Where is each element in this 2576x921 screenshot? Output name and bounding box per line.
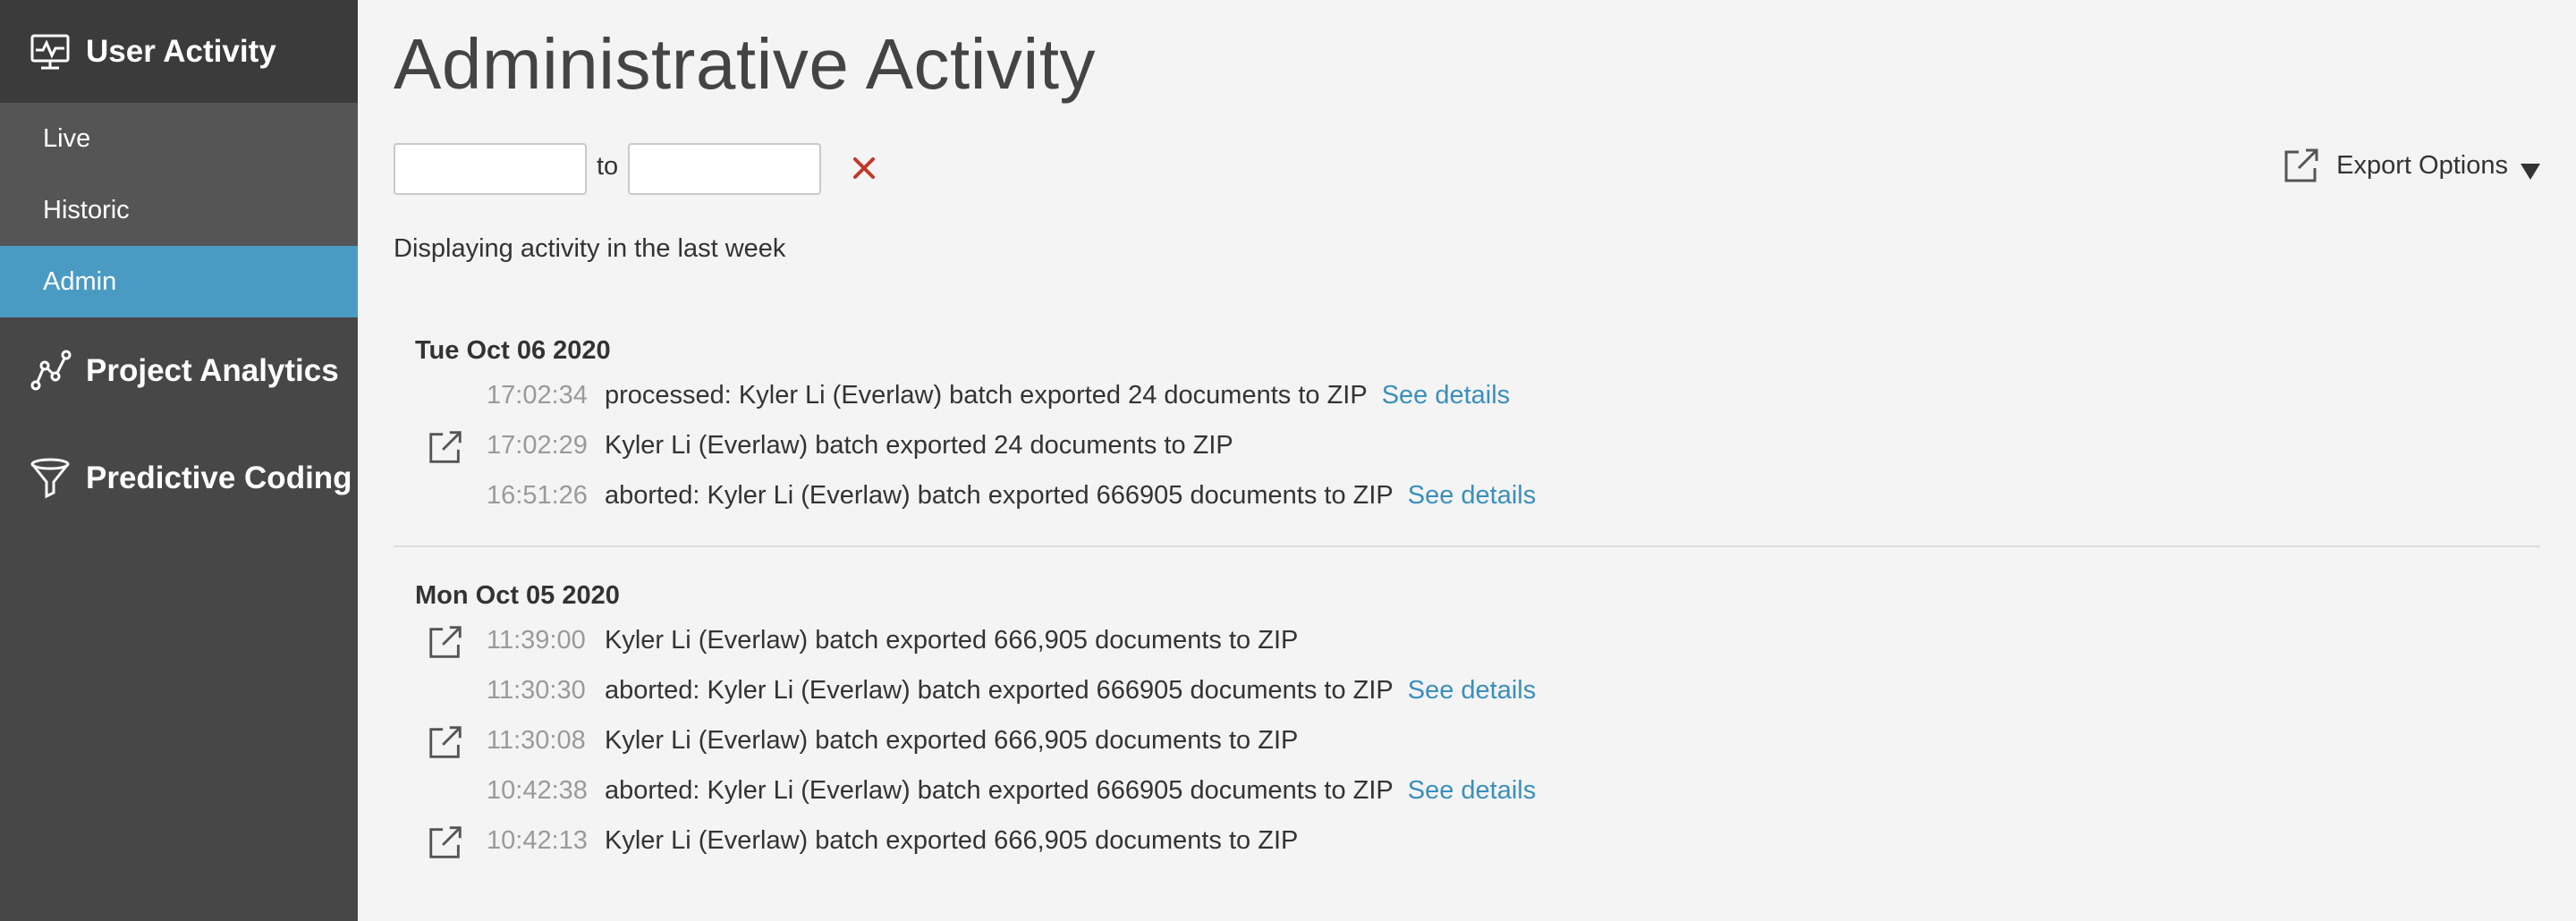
sidebar-section-label: Project Analytics: [86, 353, 339, 388]
activity-time: 11:30:30: [487, 676, 586, 705]
external-link-icon[interactable]: [426, 823, 465, 862]
see-details-link[interactable]: See details: [1382, 381, 1511, 410]
external-link-icon[interactable]: [426, 427, 465, 467]
activity-message: aborted: Kyler Li (Everlaw) batch export…: [605, 776, 1394, 805]
funnel-icon: [29, 457, 72, 500]
sidebar: User Activity Live Historic Admin Projec…: [0, 0, 358, 921]
page-title: Administrative Activity: [394, 24, 1097, 104]
activity-time: 11:30:08: [487, 726, 586, 755]
caret-down-icon: [2521, 157, 2540, 180]
activity-message: Kyler Li (Everlaw) batch exported 666,90…: [605, 826, 1299, 855]
sidebar-section-label: Predictive Coding: [86, 460, 352, 495]
external-link-icon: [2281, 145, 2322, 186]
sidebar-subnav: Live Historic Admin: [0, 103, 358, 317]
activity-message: Kyler Li (Everlaw) batch exported 666,90…: [605, 626, 1299, 655]
sidebar-section-user-activity[interactable]: User Activity: [0, 0, 358, 103]
see-details-link[interactable]: See details: [1408, 676, 1537, 705]
export-options-button[interactable]: Export Options: [2281, 143, 2540, 188]
day-divider: [394, 545, 2540, 547]
activity-message: aborted: Kyler Li (Everlaw) batch export…: [605, 676, 1394, 705]
activity-row: 11:30:30 aborted: Kyler Li (Everlaw) bat…: [394, 669, 2540, 719]
activity-message: processed: Kyler Li (Everlaw) batch expo…: [605, 381, 1368, 410]
export-options-label: Export Options: [2336, 150, 2508, 180]
sidebar-section-project-analytics[interactable]: Project Analytics: [0, 317, 358, 425]
activity-time: 10:42:38: [487, 776, 588, 805]
main-content: Administrative Activity to Export Option…: [394, 0, 2540, 921]
day-header: Tue Oct 06 2020: [415, 336, 611, 365]
activity-row: 16:51:26 aborted: Kyler Li (Everlaw) bat…: [394, 474, 2540, 524]
activity-row: 17:02:34 processed: Kyler Li (Everlaw) b…: [394, 374, 2540, 424]
day-header: Mon Oct 05 2020: [415, 581, 620, 610]
sidebar-item-admin[interactable]: Admin: [0, 246, 358, 317]
clear-dates-icon[interactable]: [846, 150, 882, 186]
activity-time: 17:02:29: [487, 431, 588, 460]
activity-monitor-icon: [29, 30, 72, 73]
see-details-link[interactable]: See details: [1408, 776, 1537, 805]
sidebar-section-label: User Activity: [86, 33, 276, 69]
activity-row: 11:39:00 Kyler Li (Everlaw) batch export…: [394, 619, 2540, 669]
activity-row: 17:02:29 Kyler Li (Everlaw) batch export…: [394, 424, 2540, 474]
activity-message: aborted: Kyler Li (Everlaw) batch export…: [605, 481, 1394, 510]
activity-time: 17:02:34: [487, 381, 588, 410]
external-link-icon[interactable]: [426, 722, 465, 762]
activity-range-summary: Displaying activity in the last week: [394, 234, 786, 263]
activity-time: 10:42:13: [487, 826, 588, 855]
analytics-graph-icon: [29, 350, 72, 393]
sidebar-item-historic[interactable]: Historic: [0, 174, 358, 246]
sidebar-item-live[interactable]: Live: [0, 103, 358, 174]
activity-row: 11:30:08 Kyler Li (Everlaw) batch export…: [394, 719, 2540, 769]
activity-time: 11:39:00: [487, 626, 586, 655]
see-details-link[interactable]: See details: [1408, 481, 1537, 510]
activity-message: Kyler Li (Everlaw) batch exported 24 doc…: [605, 431, 1233, 460]
date-to-input[interactable]: [628, 143, 821, 195]
activity-row: 10:42:13 Kyler Li (Everlaw) batch export…: [394, 819, 2540, 869]
sidebar-section-predictive-coding[interactable]: Predictive Coding: [0, 425, 358, 532]
activity-row: 10:42:38 aborted: Kyler Li (Everlaw) bat…: [394, 769, 2540, 819]
activity-time: 16:51:26: [487, 481, 588, 510]
date-from-input[interactable]: [394, 143, 587, 195]
activity-message: Kyler Li (Everlaw) batch exported 666,90…: [605, 726, 1299, 755]
external-link-icon[interactable]: [426, 622, 465, 662]
date-range-to-label: to: [597, 152, 619, 181]
